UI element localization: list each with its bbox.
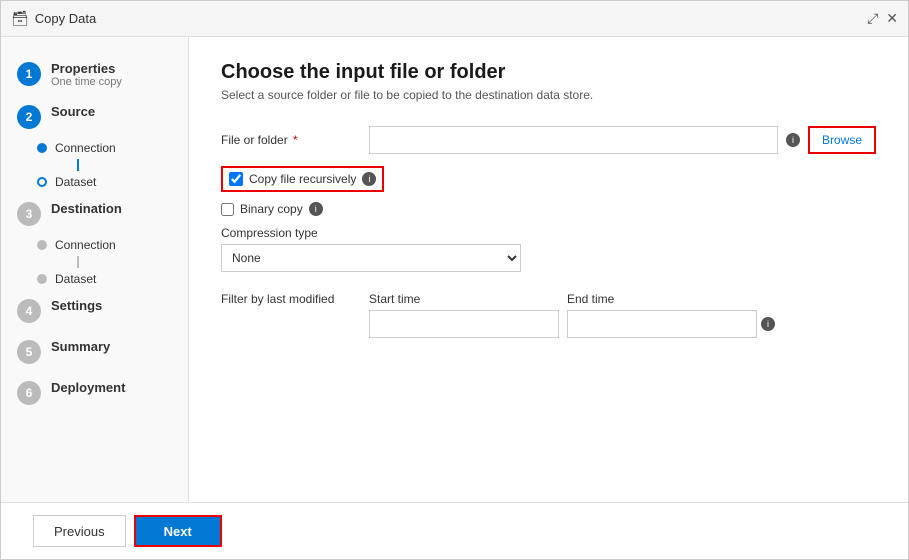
end-time-col: End time i	[567, 292, 775, 338]
file-folder-info-icon[interactable]: i	[786, 133, 800, 147]
compression-type-row: Compression type None	[221, 226, 876, 272]
step-6-circle: 6	[17, 381, 41, 405]
step-1-sub: One time copy	[51, 76, 122, 88]
sidebar-item-summary[interactable]: 5 Summary	[1, 331, 188, 372]
destination-connection-item[interactable]: Connection	[37, 234, 188, 256]
file-folder-input[interactable]	[369, 126, 778, 154]
step-4-label: Settings	[51, 298, 102, 313]
end-time-info-icon[interactable]: i	[761, 317, 775, 331]
expand-icon[interactable]: ⤢	[867, 10, 878, 27]
copy-recursive-info-icon[interactable]: i	[362, 172, 376, 186]
filter-row: Filter by last modified Start time End t…	[221, 292, 876, 338]
copy-recursive-row: Copy file recursively i	[221, 166, 384, 192]
file-folder-row: File or folder * i Browse	[221, 126, 876, 154]
app-icon: 🗃	[11, 10, 29, 27]
destination-connection-label: Connection	[55, 238, 116, 252]
next-button[interactable]: Next	[134, 515, 222, 547]
destination-connection-dot	[37, 240, 47, 250]
compression-type-label: Compression type	[221, 226, 876, 240]
step-5-circle: 5	[17, 340, 41, 364]
close-icon[interactable]: ✕	[886, 10, 898, 27]
step-6-label: Deployment	[51, 380, 125, 395]
title-bar-controls: ⤢ ✕	[867, 10, 898, 27]
main-layout: 1 Properties One time copy 2 Source Conn…	[1, 37, 908, 502]
step-3-label-group: Destination	[51, 201, 122, 216]
destination-dataset-item[interactable]: Dataset	[37, 268, 188, 290]
step-4-circle: 4	[17, 299, 41, 323]
copy-data-window: 🗃 Copy Data ⤢ ✕ 1 Properties One time co…	[0, 0, 909, 560]
source-dataset-dot	[37, 177, 47, 187]
source-dataset-label: Dataset	[55, 175, 96, 189]
step-1-label-group: Properties One time copy	[51, 61, 122, 88]
sidebar-item-deployment[interactable]: 6 Deployment	[1, 372, 188, 413]
page-subtitle: Select a source folder or file to be cop…	[221, 88, 876, 102]
binary-copy-checkbox[interactable]	[221, 203, 234, 216]
source-connection-label: Connection	[55, 141, 116, 155]
source-connection-dot	[37, 143, 47, 153]
filter-section: Filter by last modified Start time End t…	[221, 292, 876, 338]
step-3-label: Destination	[51, 201, 122, 216]
destination-sub-items: Connection Dataset	[1, 234, 188, 290]
footer: Previous Next	[1, 502, 908, 559]
sidebar: 1 Properties One time copy 2 Source Conn…	[1, 37, 189, 502]
start-time-col: Start time	[369, 292, 559, 338]
source-dataset-item[interactable]: Dataset	[37, 171, 188, 193]
binary-copy-label: Binary copy	[240, 202, 303, 216]
step-2-label-group: Source	[51, 104, 95, 119]
start-time-input[interactable]	[369, 310, 559, 338]
step-3-circle: 3	[17, 202, 41, 226]
step-4-label-group: Settings	[51, 298, 102, 313]
source-connector-line	[77, 159, 79, 171]
title-bar-left: 🗃 Copy Data	[11, 10, 96, 27]
source-sub-items: Connection Dataset	[1, 137, 188, 193]
file-folder-label-text: File or folder	[221, 133, 288, 147]
filter-label: Filter by last modified	[221, 292, 361, 306]
step-2-label: Source	[51, 104, 95, 119]
step-1-label: Properties	[51, 61, 122, 76]
title-bar: 🗃 Copy Data ⤢ ✕	[1, 1, 908, 37]
compression-type-select[interactable]: None	[221, 244, 521, 272]
step-5-label-group: Summary	[51, 339, 110, 354]
sidebar-item-source[interactable]: 2 Source	[1, 96, 188, 137]
required-marker: *	[290, 133, 298, 147]
main-content: Choose the input file or folder Select a…	[189, 37, 908, 502]
destination-dataset-dot	[37, 274, 47, 284]
file-folder-label: File or folder *	[221, 133, 361, 147]
destination-dataset-label: Dataset	[55, 272, 96, 286]
start-time-label: Start time	[369, 292, 559, 306]
binary-copy-info-icon[interactable]: i	[309, 202, 323, 216]
step-5-label: Summary	[51, 339, 110, 354]
end-time-input[interactable]	[567, 310, 757, 338]
page-title: Choose the input file or folder	[221, 61, 876, 84]
sidebar-item-settings[interactable]: 4 Settings	[1, 290, 188, 331]
step-1-circle: 1	[17, 62, 41, 86]
step-6-label-group: Deployment	[51, 380, 125, 395]
end-time-label: End time	[567, 292, 775, 306]
binary-copy-row: Binary copy i	[221, 202, 876, 216]
destination-connector-line	[77, 256, 79, 268]
source-connection-item[interactable]: Connection	[37, 137, 188, 159]
browse-button[interactable]: Browse	[808, 126, 876, 154]
sidebar-item-destination[interactable]: 3 Destination	[1, 193, 188, 234]
previous-button[interactable]: Previous	[33, 515, 126, 547]
window-title: Copy Data	[35, 11, 96, 26]
sidebar-item-properties[interactable]: 1 Properties One time copy	[1, 53, 188, 96]
copy-recursive-checkbox[interactable]	[229, 172, 243, 186]
step-2-circle: 2	[17, 105, 41, 129]
copy-recursive-label: Copy file recursively	[249, 172, 356, 186]
